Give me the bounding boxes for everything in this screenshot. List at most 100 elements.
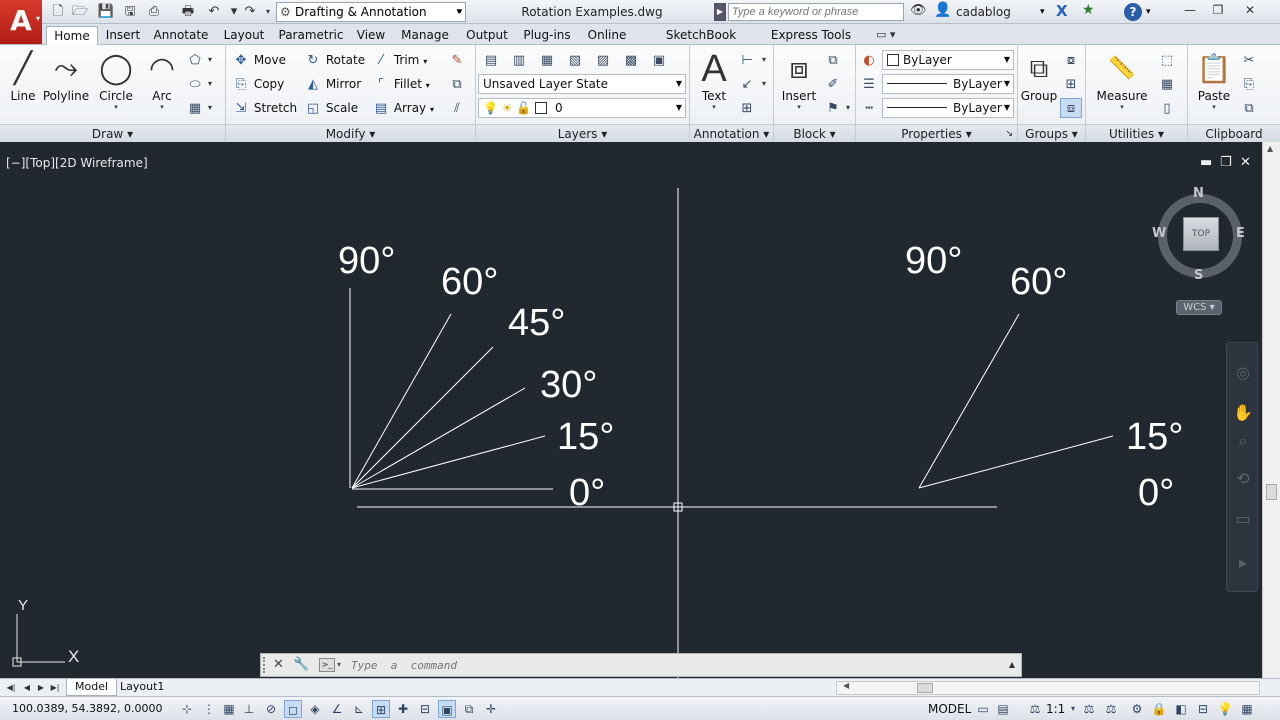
compass-west[interactable]: W xyxy=(1152,226,1166,241)
transparency-icon[interactable]: ⊟ xyxy=(416,700,434,718)
horizontal-scrollbar[interactable]: ◀ xyxy=(836,681,1260,695)
stay-connected-icon[interactable]: ★ xyxy=(1082,2,1095,18)
last-layout-icon[interactable]: ▶| xyxy=(48,680,62,696)
help-dropdown-icon[interactable]: ▾ xyxy=(1146,0,1151,24)
vertical-scrollbar[interactable]: ▲ xyxy=(1262,142,1280,678)
lock-ui-icon[interactable]: 🔒 xyxy=(1150,700,1168,718)
panel-title-groups[interactable]: Groups ▾ xyxy=(1018,124,1085,142)
showmotion-icon[interactable]: ▭ xyxy=(1233,509,1253,529)
ellipse-icon[interactable]: ⬭ xyxy=(184,74,206,94)
group-edit-icon[interactable]: ⊞ xyxy=(1060,74,1082,94)
hatch-icon[interactable]: ▦ xyxy=(184,98,206,118)
copy-clip-icon[interactable]: ⎘ xyxy=(1238,74,1260,94)
plot-icon[interactable]: 🖶 xyxy=(178,3,198,21)
quick-properties-icon[interactable]: ▣ xyxy=(438,700,456,718)
hardware-acceleration-icon[interactable]: ◧ xyxy=(1172,700,1190,718)
tab-home[interactable]: Home xyxy=(46,26,98,45)
panel-title-layers[interactable]: Layers ▾ xyxy=(476,124,689,142)
panel-title-utilities[interactable]: Utilities ▾ xyxy=(1086,124,1187,142)
copy-with-basepoint-icon[interactable]: ⧉ xyxy=(1238,98,1260,118)
redo-icon[interactable]: ↷ xyxy=(240,3,260,21)
tab-model[interactable]: Model xyxy=(66,679,118,696)
user-dropdown-icon[interactable]: ▾ xyxy=(1040,0,1045,24)
viewcube[interactable]: TOP N S E W xyxy=(1152,186,1246,283)
user-name[interactable]: cadablog xyxy=(956,0,1011,24)
snap-mode-icon[interactable]: ⋮ xyxy=(200,700,218,718)
selection-cycling-icon[interactable]: ⧉ xyxy=(460,700,478,718)
new-file-icon[interactable]: 🗋 xyxy=(48,3,68,21)
scroll-thumb[interactable] xyxy=(917,683,933,693)
clean-screen-icon[interactable]: ▦ xyxy=(1238,700,1256,718)
quick-view-layouts-icon[interactable]: ▭ xyxy=(974,700,992,718)
layer-match-icon[interactable]: ▦ xyxy=(536,50,558,70)
zoom-icon[interactable]: ⌕ xyxy=(1233,431,1253,451)
lineweight-icon[interactable]: ☰ xyxy=(858,74,880,94)
user-icon[interactable]: 👤 xyxy=(934,2,951,18)
group-button[interactable]: ⧉ Group xyxy=(1020,49,1058,103)
annotation-scale-value[interactable]: 1:1 xyxy=(1046,697,1065,720)
insert-block-button[interactable]: ⧈ Insert ▾ xyxy=(778,49,820,111)
scale-button[interactable]: ◱ Scale xyxy=(304,97,358,119)
open-file-icon[interactable]: 🗁 xyxy=(70,3,90,21)
tab-parametric[interactable]: Parametric xyxy=(276,26,346,45)
panel-title-block[interactable]: Block ▾ xyxy=(774,124,855,142)
id-point-icon[interactable]: ▯ xyxy=(1156,98,1178,118)
first-layout-icon[interactable]: ◀| xyxy=(4,680,18,696)
panel-title-annotation[interactable]: Annotation ▾ xyxy=(690,124,773,142)
model-space-toggle[interactable]: MODEL xyxy=(928,697,971,720)
steering-wheel-icon[interactable]: ◎ xyxy=(1233,363,1253,383)
explode-icon[interactable]: ⧉ xyxy=(446,74,468,94)
mirror-button[interactable]: ◭ Mirror xyxy=(304,73,361,95)
workspace-switcher[interactable]: ⚙ Drafting & Annotation ▾ xyxy=(276,2,466,22)
layer-state-dropdown[interactable]: Unsaved Layer State ▼ xyxy=(478,74,686,94)
edit-block-icon[interactable]: ✐ xyxy=(822,74,844,94)
calculator-icon[interactable]: ▦ xyxy=(1156,74,1178,94)
match-properties-icon[interactable]: ◐ xyxy=(858,50,880,70)
compass-east[interactable]: E xyxy=(1236,226,1245,241)
annotation-monitor-icon[interactable]: ✛ xyxy=(482,700,500,718)
redo-dropdown-icon[interactable]: ▾ xyxy=(258,3,278,21)
object-snap-icon[interactable]: ◻ xyxy=(284,700,302,718)
minimize-button[interactable]: — xyxy=(1176,0,1204,20)
copy-button[interactable]: ⎘ Copy xyxy=(232,73,284,95)
pan-hand-icon[interactable]: ✋ xyxy=(1233,403,1253,423)
layer-freeze-icon[interactable]: ▣ xyxy=(648,50,670,70)
object-snap-tracking-icon[interactable]: ∠ xyxy=(328,700,346,718)
layer-previous-icon[interactable]: ▧ xyxy=(564,50,586,70)
layer-properties-icon[interactable]: ▤ xyxy=(480,50,502,70)
lineweight-dropdown[interactable]: ByLayer ▼ xyxy=(882,74,1014,94)
compass-north[interactable]: N xyxy=(1193,186,1204,201)
recent-commands-dropdown-icon[interactable]: ▾ xyxy=(337,654,341,676)
linetype-dropdown[interactable]: ByLayer ▼ xyxy=(882,98,1014,118)
panel-title-draw[interactable]: Draw ▾ xyxy=(0,124,225,142)
cut-icon[interactable]: ✂ xyxy=(1238,50,1260,70)
drawing-viewport[interactable]: [−][Top][2D Wireframe] ▬ ❐ ✕ 90° 60° 45°… xyxy=(0,142,1280,678)
coordinate-readout[interactable]: 100.0389, 54.3892, 0.0000 xyxy=(12,697,162,720)
scroll-up-icon[interactable]: ▲ xyxy=(1267,144,1273,153)
edit-attributes-icon[interactable]: ⚑ xyxy=(822,98,844,118)
help-icon[interactable]: ? xyxy=(1124,3,1142,21)
polyline-tool-button[interactable]: ⤳ Polyline xyxy=(42,49,90,103)
wrench-icon[interactable]: 🔧 xyxy=(293,654,309,676)
chevron-down-icon[interactable]: ▾ xyxy=(208,55,212,64)
lightbulb-icon[interactable]: 💡 xyxy=(1216,700,1234,718)
restore-button[interactable]: ❐ xyxy=(1204,0,1232,20)
chevron-down-icon[interactable]: ▾ xyxy=(762,55,766,64)
3d-object-snap-icon[interactable]: ◈ xyxy=(306,700,324,718)
infer-constraints-icon[interactable]: ⊹ xyxy=(178,700,196,718)
linetype-icon[interactable]: ┅ xyxy=(858,98,880,118)
layer-unisolate-icon[interactable]: ▩ xyxy=(620,50,642,70)
tab-manage[interactable]: Manage xyxy=(396,26,454,45)
viewcube-top-face[interactable]: TOP xyxy=(1183,217,1219,251)
ungroup-icon[interactable]: ⧇ xyxy=(1060,50,1082,70)
layer-make-current-icon[interactable]: ▥ xyxy=(508,50,530,70)
tab-annotate[interactable]: Annotate xyxy=(150,26,212,45)
measure-button[interactable]: 📏 Measure ▾ xyxy=(1092,49,1152,111)
undo-icon[interactable]: ↶ xyxy=(204,3,224,21)
orbit-icon[interactable]: ⟲ xyxy=(1233,469,1253,489)
layer-dropdown[interactable]: 💡 ☀ 🔓 0 ▼ xyxy=(478,98,686,118)
dialog-launcher-icon[interactable]: ↘ xyxy=(1005,125,1013,143)
isolate-objects-icon[interactable]: ⊟ xyxy=(1194,700,1212,718)
drawing-canvas[interactable]: 90° 60° 45° 30° 15° 0° 90° 60° 15° 0° xyxy=(0,142,1280,678)
move-button[interactable]: ✥ Move xyxy=(232,49,286,71)
